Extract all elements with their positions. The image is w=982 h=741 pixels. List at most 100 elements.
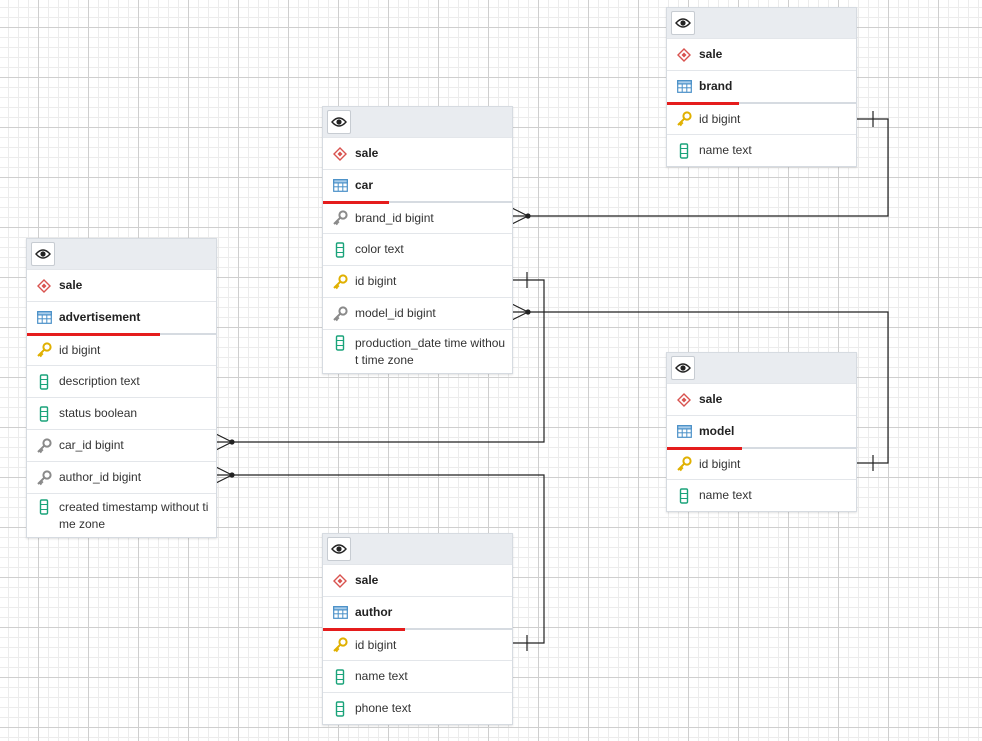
table-name-underline [323,628,405,631]
eye-icon[interactable] [671,356,695,380]
eye-icon[interactable] [671,11,695,35]
table-icon [675,424,693,440]
eye-icon[interactable] [31,242,55,266]
column-row: color text [323,233,512,265]
schema-row: sale [27,269,216,301]
column-icon [35,405,53,422]
table-name: author [355,605,393,619]
primary-key-icon [331,273,349,290]
column-label: model_id bigint [355,306,436,320]
column-label: status boolean [59,406,138,420]
table-name-underline [323,201,389,204]
column-label: production_date time without time zone [355,336,506,367]
table-name-underline [667,447,742,450]
schema-name: sale [59,278,83,292]
table-node-author[interactable]: sale author id bigint name text phone te… [322,533,513,725]
column-row: name text [667,479,856,511]
column-row: id bigint [667,447,856,479]
schema-row: sale [323,137,512,169]
table-icon [675,79,693,95]
eye-icon[interactable] [327,110,351,134]
table-name: brand [699,79,733,93]
column-icon [331,668,349,685]
column-label: car_id bigint [59,438,124,452]
primary-key-icon [675,111,693,127]
foreign-key-icon [35,469,53,486]
schema-row: sale [323,564,512,596]
column-label: id bigint [59,342,101,357]
node-header [667,353,856,383]
column-row: created timestamp without time zone [27,493,216,537]
table-name-row: brand [667,70,856,105]
column-label: id bigint [699,111,741,126]
column-row: id bigint [323,265,512,297]
foreign-key-icon [35,437,53,454]
column-icon [331,700,349,717]
column-row: name text [323,660,512,692]
column-icon [675,487,693,504]
table-icon [331,605,349,621]
table-name: model [699,424,735,438]
foreign-key-icon [331,305,349,322]
table-name-row: car [323,169,512,204]
schema-name: sale [355,146,379,160]
schema-icon [675,392,693,408]
table-node-model[interactable]: sale model id bigint name text [666,352,857,512]
column-row: phone text [323,692,512,724]
table-name-row: advertisement [27,301,216,336]
column-icon [675,142,693,159]
schema-name: sale [699,47,723,61]
schema-name: sale [355,573,379,587]
primary-key-icon [35,342,53,358]
schema-icon [35,278,53,294]
primary-key-icon [331,637,349,653]
column-label: id bigint [355,274,397,288]
table-name: car [355,178,374,192]
table-name: advertisement [59,310,141,324]
column-label: name text [699,488,752,502]
column-row: id bigint [323,628,512,660]
column-row: id bigint [667,102,856,134]
table-node-car[interactable]: sale car brand_id bigint color text id b… [322,106,513,374]
schema-row: sale [667,38,856,70]
table-node-brand[interactable]: sale brand id bigint name text [666,7,857,167]
column-row: author_id bigint [27,461,216,493]
table-icon [35,310,53,326]
column-label: phone text [355,701,412,715]
column-label: id bigint [699,456,741,471]
column-label: color text [355,242,404,256]
schema-icon [675,47,693,63]
column-label: description text [59,374,140,388]
primary-key-icon [675,456,693,472]
column-label: name text [699,143,752,157]
column-row: description text [27,365,216,397]
column-icon [331,241,349,258]
column-label: name text [355,669,408,683]
eye-icon[interactable] [327,537,351,561]
table-name-row: author [323,596,512,631]
column-row: status boolean [27,397,216,429]
column-label: created timestamp without time zone [59,500,209,531]
column-row: car_id bigint [27,429,216,461]
node-header [667,8,856,38]
column-row: production_date time without time zone [323,329,512,373]
column-label: author_id bigint [59,470,142,484]
table-name-underline [27,333,160,336]
column-label: brand_id bigint [355,210,434,225]
column-row: brand_id bigint [323,201,512,233]
column-icon [331,335,349,351]
column-row: name text [667,134,856,166]
schema-name: sale [699,392,723,406]
node-header [323,534,512,564]
column-icon [35,373,53,390]
column-icon [35,499,53,515]
column-row: model_id bigint [323,297,512,329]
node-header [27,239,216,269]
table-node-advertisement[interactable]: sale advertisement id bigint description… [26,238,217,538]
schema-icon [331,573,349,589]
table-icon [331,178,349,194]
table-name-row: model [667,415,856,450]
table-name-underline [667,102,739,105]
column-label: id bigint [355,637,397,652]
node-header [323,107,512,137]
